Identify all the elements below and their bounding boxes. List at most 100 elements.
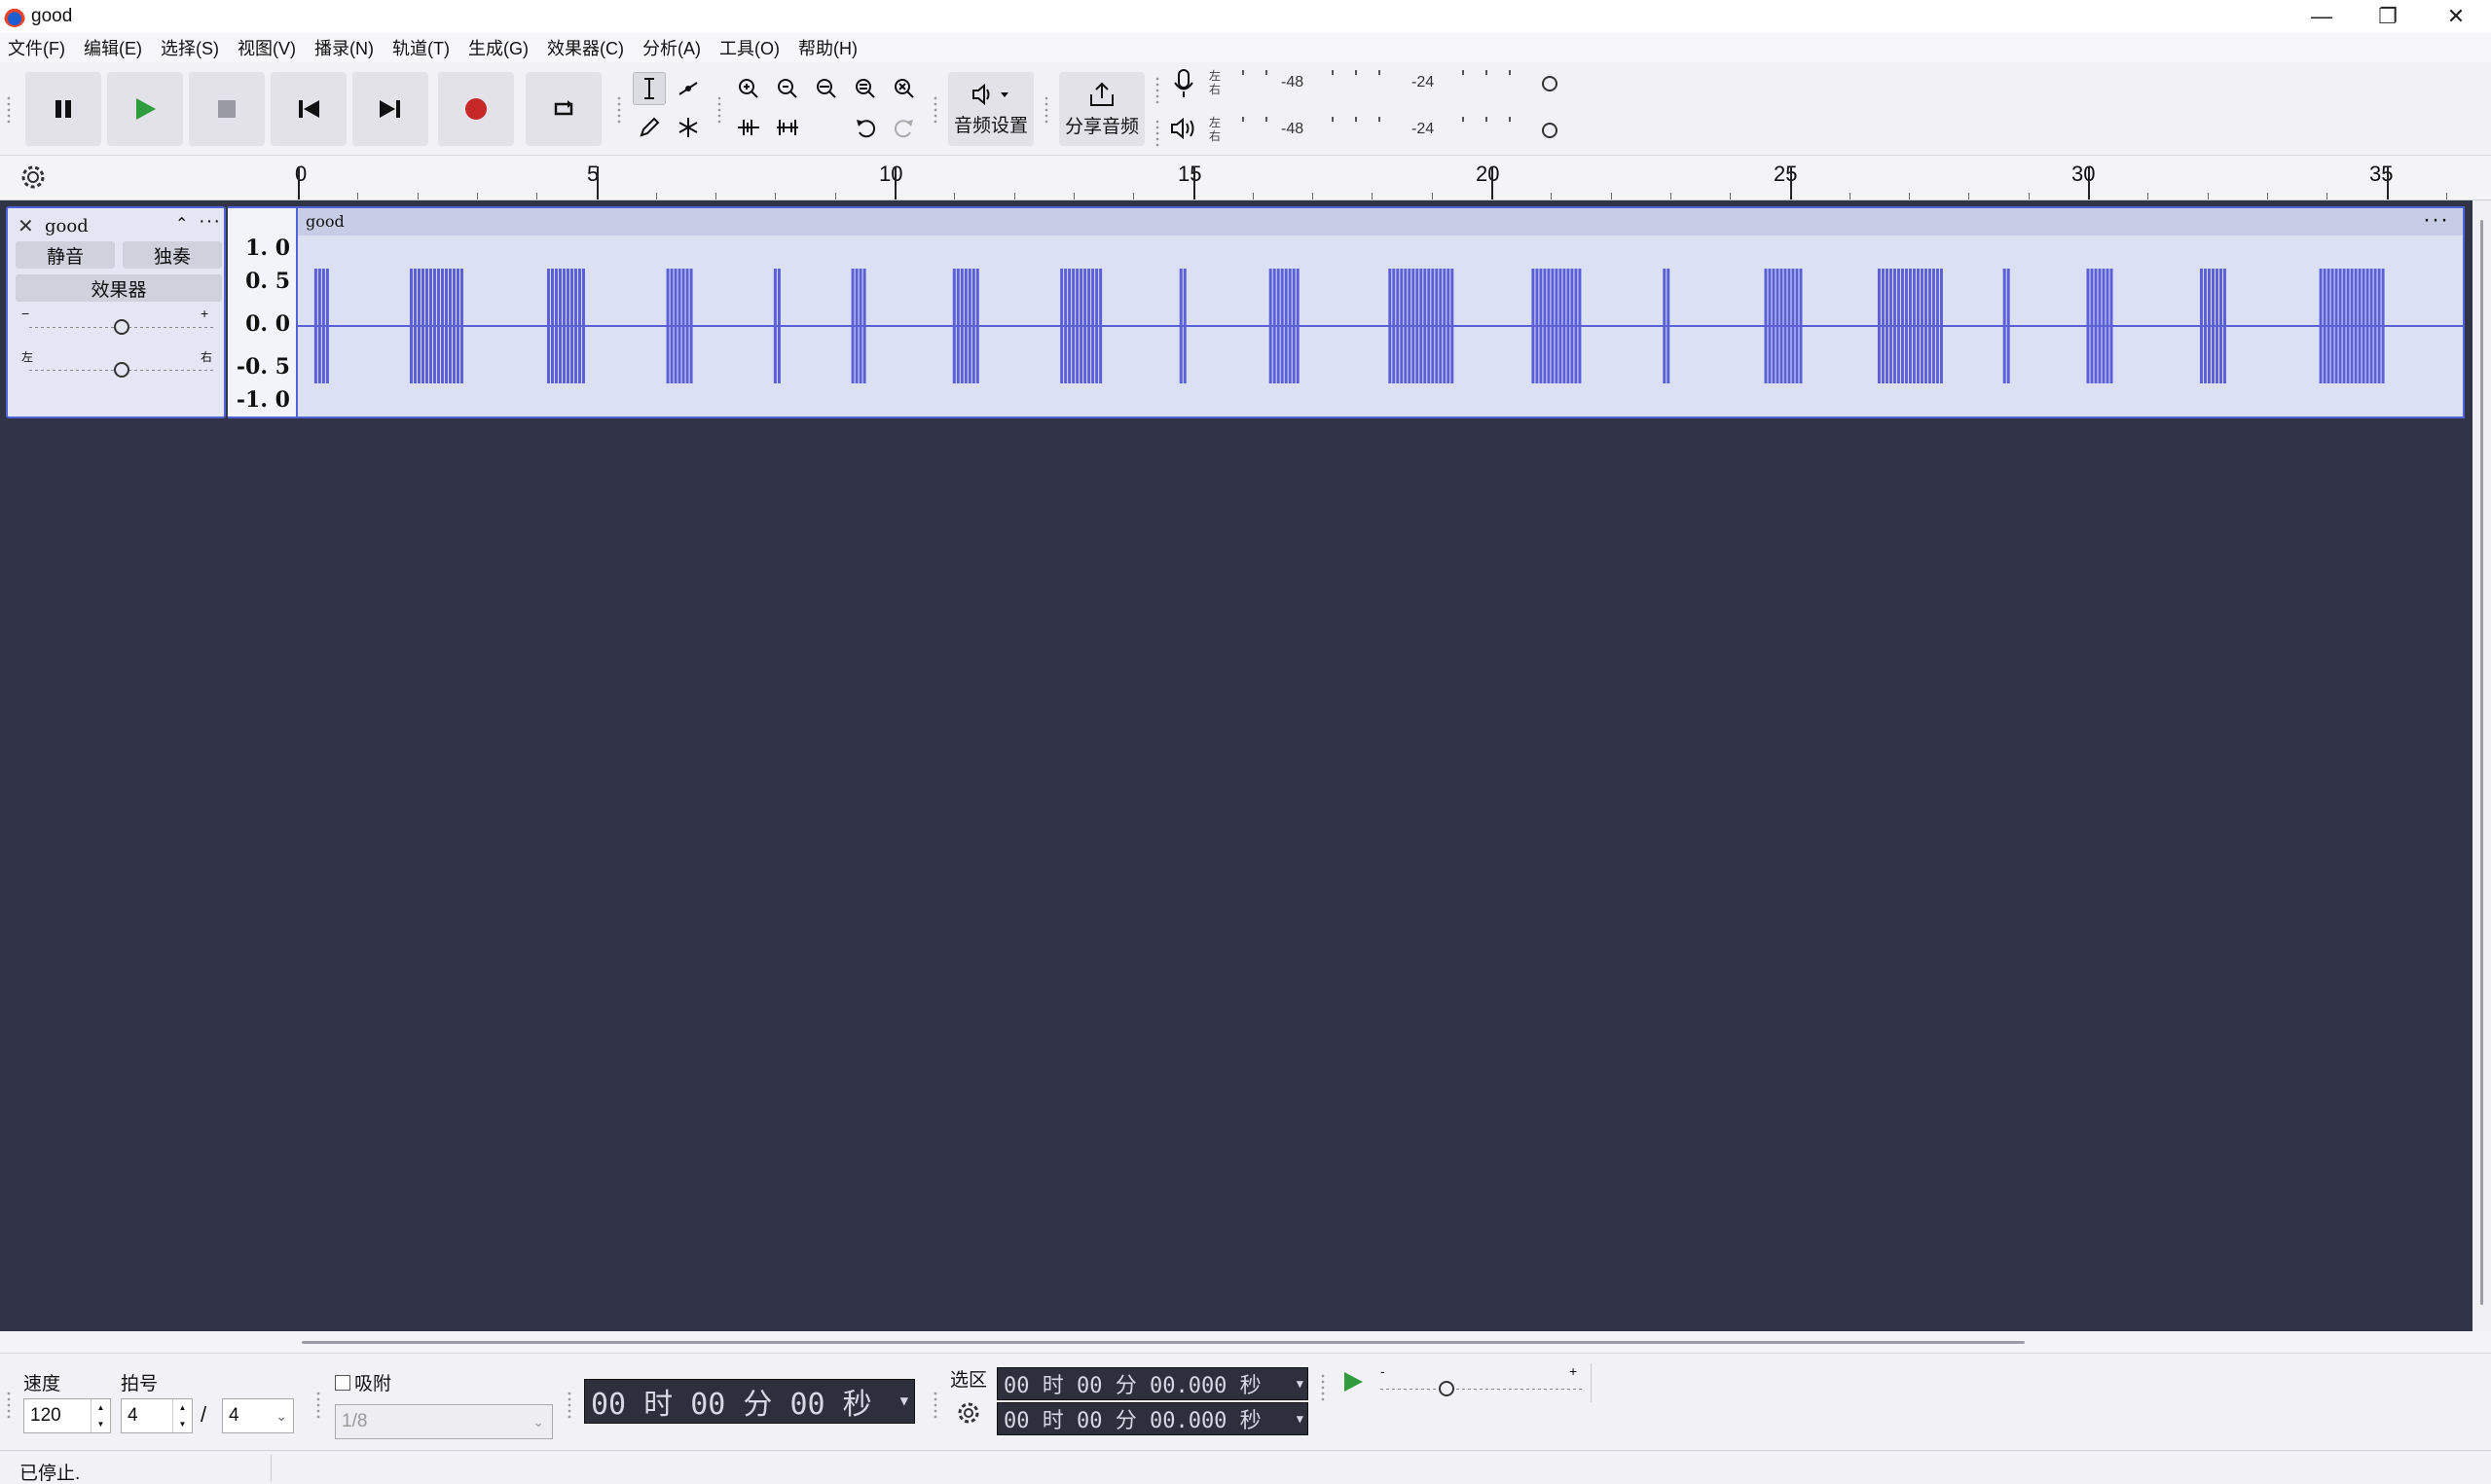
skip-to-start-button[interactable] [271,72,347,146]
menu-edit[interactable]: 编辑(E) [84,35,142,60]
selection-tool-button[interactable] [633,72,666,105]
menu-view[interactable]: 视图(V) [238,35,296,60]
scale-label: 1. 0 [245,235,290,261]
meter-dot [1265,117,1267,122]
toolbar-grip[interactable] [1154,119,1160,148]
record-meter[interactable]: 左 右 -48 -24 [1164,66,1573,105]
speed-slider-track[interactable] [1380,1389,1583,1390]
zoom-out-button[interactable] [771,72,804,105]
snap-to-dropdown[interactable]: 1/8 ⌄ [335,1404,553,1439]
pause-button[interactable] [25,72,101,146]
time-signature-denominator[interactable]: 4 ⌄ [222,1398,294,1433]
trim-button[interactable] [732,111,765,144]
close-button[interactable]: ✕ [2422,0,2490,33]
selection-end-display[interactable]: 00 时 00 分 00.000 秒 ▼ [997,1402,1308,1435]
toolbar-grip[interactable] [315,1391,321,1420]
menu-file[interactable]: 文件(F) [8,35,65,60]
minimize-button[interactable]: — [2288,0,2356,33]
speed-slider-knob[interactable] [1439,1381,1454,1396]
timeline-options-button[interactable] [19,163,47,196]
record-button[interactable] [438,72,514,146]
silence-button[interactable] [771,111,804,144]
zoom-in-button[interactable] [732,72,765,105]
loop-button[interactable] [526,72,602,146]
maximize-button[interactable]: ❐ [2354,0,2422,33]
ruler-minor-tick [1252,193,1254,199]
skip-to-end-button[interactable] [352,72,428,146]
fit-project-button[interactable] [849,72,882,105]
toolbar-grip[interactable] [6,1391,12,1420]
mute-button[interactable]: 静音 [16,241,115,269]
share-audio-button[interactable]: 分享音频 [1059,72,1145,146]
envelope-tool-button[interactable] [672,72,705,105]
selection-options-button[interactable] [956,1400,981,1430]
playback-level-knob[interactable] [1542,123,1557,138]
close-track-button[interactable]: ✕ [18,214,34,238]
snap-toggle[interactable]: 吸附 [335,1369,391,1395]
fit-selection-button[interactable] [810,72,843,105]
menu-transport[interactable]: 播录(N) [314,35,374,60]
menu-generate[interactable]: 生成(G) [468,35,529,60]
speed-minus-label: - [1380,1363,1385,1379]
toolbar-grip[interactable] [616,95,622,125]
playback-meter[interactable]: 左 右 -48 -24 [1164,113,1573,152]
amplitude-scale[interactable]: 1. 0 0. 5 0. 0 -0. 5 -1. 0 [228,206,296,418]
track-menu-button[interactable]: ··· [199,210,221,233]
vertical-scrollbar[interactable] [2473,200,2491,1331]
timeline-ruler[interactable]: 0 5 10 15 20 25 30 35 [0,156,2491,200]
menu-help[interactable]: 帮助(H) [798,35,858,60]
menu-tracks[interactable]: 轨道(T) [392,35,450,60]
snap-value: 1/8 [342,1411,368,1431]
numerator-spinner[interactable]: ▲ ▼ [172,1399,192,1432]
menu-tools[interactable]: 工具(O) [719,35,780,60]
ruler-minor-tick [1431,193,1433,199]
toolbar-grip[interactable] [1044,95,1049,125]
draw-tool-button[interactable] [633,111,666,144]
stop-button[interactable] [189,72,265,146]
play-at-speed-button[interactable] [1334,1365,1373,1398]
meter-tick: -48 [1281,121,1304,137]
waveform[interactable] [298,235,2463,416]
toolbar-grip[interactable] [716,95,722,125]
zoom-toggle-button[interactable] [888,72,921,105]
track-name[interactable]: good [45,216,89,236]
pan-slider-knob[interactable] [114,362,129,378]
time-display[interactable]: 00 时 00 分 00 秒 ▼ [584,1379,915,1424]
ruler-label: 35 [2369,162,2394,186]
solo-button[interactable]: 独奏 [123,241,222,269]
menu-effect[interactable]: 效果器(C) [547,35,624,60]
toolbar-grip[interactable] [933,95,938,125]
stop-icon [218,100,236,118]
collapse-track-button[interactable]: ⌃ [175,214,188,234]
audio-setup-button[interactable]: 音频设置 [948,72,1034,146]
snap-checkbox[interactable] [335,1374,350,1391]
gain-slider-knob[interactable] [114,319,129,335]
record-level-knob[interactable] [1542,76,1557,91]
play-button[interactable] [107,72,183,146]
toolbar-grip[interactable] [933,1391,938,1420]
redo-button[interactable] [888,111,921,144]
horizontal-scroll-thumb[interactable] [302,1341,2025,1344]
horizontal-scrollbar[interactable] [0,1331,2491,1353]
tempo-input[interactable]: 120 ▲ ▼ [23,1398,111,1433]
toolbar-grip[interactable] [1320,1373,1326,1402]
toolbar-grip[interactable] [567,1391,572,1420]
multi-tool-button[interactable] [672,111,705,144]
time-signature-numerator[interactable]: 4 ▲ ▼ [121,1398,193,1433]
undo-button[interactable] [849,111,882,144]
audio-clip[interactable]: good ··· [296,206,2465,418]
effects-button[interactable]: 效果器 [16,274,222,302]
clip-menu-button[interactable]: ··· [2423,206,2449,234]
time-format-dropdown-icon[interactable]: ▼ [900,1394,908,1409]
dropdown-arrow-icon[interactable]: ▼ [1297,1377,1303,1391]
tempo-spinner[interactable]: ▲ ▼ [91,1399,110,1432]
track-control-panel[interactable]: ✕ good ⌃ ··· 静音 独奏 效果器 − + 左 右 [6,206,226,418]
menu-analyze[interactable]: 分析(A) [642,35,701,60]
toolbar-grip[interactable] [6,95,12,125]
selection-start-display[interactable]: 00 时 00 分 00.000 秒 ▼ [997,1367,1308,1400]
menu-select[interactable]: 选择(S) [161,35,219,60]
dropdown-arrow-icon[interactable]: ▼ [1297,1412,1303,1426]
vertical-scroll-thumb[interactable] [2480,220,2483,1305]
toolbar-grip[interactable] [1154,76,1160,105]
clip-header[interactable]: good ··· [298,206,2463,235]
